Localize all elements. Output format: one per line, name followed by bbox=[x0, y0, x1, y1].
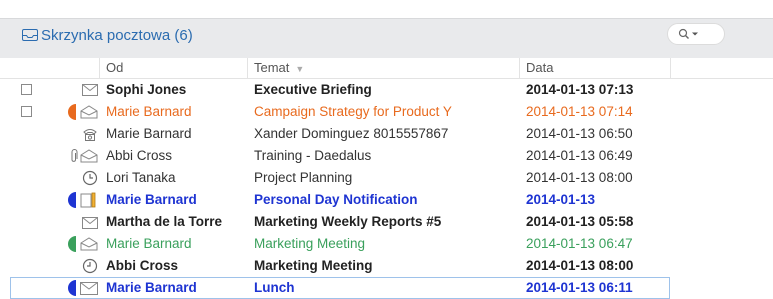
sort-descending-icon[interactable]: ▼ bbox=[295, 64, 304, 74]
message-subject: Project Planning bbox=[254, 170, 353, 185]
column-separator[interactable] bbox=[247, 58, 248, 78]
column-header-subject-label: Temat bbox=[254, 60, 290, 75]
search-button[interactable] bbox=[667, 23, 725, 45]
message-from: Marie Barnard bbox=[106, 126, 192, 141]
message-subject: Personal Day Notification bbox=[254, 192, 418, 207]
message-date: 2014-01-13 07:13 bbox=[526, 82, 634, 97]
message-row[interactable]: Marie Barnard Personal Day Notification … bbox=[0, 189, 773, 211]
row-status-icons bbox=[66, 125, 100, 143]
row-checkbox[interactable] bbox=[21, 84, 32, 95]
folder-toolbar: Skrzynka pocztowa (6) bbox=[0, 0, 773, 58]
message-from: Abbi Cross bbox=[106, 148, 173, 163]
message-subject: Xander Dominguez 8015557867 bbox=[254, 126, 449, 141]
row-status-icons bbox=[66, 257, 100, 275]
message-date: 2014-01-13 05:58 bbox=[526, 214, 634, 229]
envelope-icon bbox=[80, 282, 98, 295]
message-subject: Campaign Strategy for Product Y bbox=[254, 104, 452, 119]
row-status-icons bbox=[66, 103, 100, 121]
message-subject: Training - Daedalus bbox=[254, 148, 372, 163]
message-row[interactable]: Abbi Cross Training - Daedalus 2014-01-1… bbox=[0, 145, 773, 167]
row-status-icons bbox=[66, 279, 100, 297]
message-date: 2014-01-13 06:50 bbox=[526, 126, 633, 141]
column-header-from-label: Od bbox=[106, 60, 124, 75]
category-color-icon bbox=[68, 280, 76, 296]
message-row-focused[interactable]: Marie Barnard Lunch 2014-01-13 06:11 bbox=[10, 277, 670, 299]
row-status-icons bbox=[66, 213, 100, 231]
envelope-icon bbox=[80, 149, 98, 163]
row-checkbox[interactable] bbox=[21, 106, 32, 117]
row-status-icons bbox=[66, 147, 100, 165]
message-subject: Lunch bbox=[254, 280, 295, 295]
message-from: Marie Barnard bbox=[106, 192, 197, 207]
column-header-date-label: Data bbox=[526, 60, 554, 75]
chevron-down-icon bbox=[692, 32, 698, 36]
message-row[interactable]: Lori Tanaka Project Planning 2014-01-13 … bbox=[0, 167, 773, 189]
row-status-icons bbox=[66, 235, 100, 253]
message-date: 2014-01-13 06:47 bbox=[526, 236, 633, 251]
phone-icon bbox=[83, 129, 97, 141]
column-header-date[interactable]: Data bbox=[526, 60, 553, 76]
message-subject: Marketing Meeting bbox=[254, 236, 366, 251]
message-date: 2014-01-13 08:00 bbox=[526, 258, 634, 273]
search-icon bbox=[678, 28, 698, 39]
category-color-icon bbox=[68, 236, 76, 252]
message-date: 2014-01-13 bbox=[526, 192, 596, 207]
toolbar-divider bbox=[0, 18, 773, 19]
category-color-icon bbox=[68, 192, 76, 208]
row-status-icons bbox=[66, 169, 100, 187]
envelope-icon bbox=[80, 105, 98, 119]
message-row[interactable]: Sophi Jones Executive Briefing 2014-01-1… bbox=[0, 79, 773, 101]
column-header-from[interactable]: Od bbox=[106, 60, 123, 76]
message-from: Abbi Cross bbox=[106, 258, 179, 273]
envelope-icon bbox=[80, 237, 98, 251]
message-row[interactable]: Martha de la Torre Marketing Weekly Repo… bbox=[0, 211, 773, 233]
message-from: Marie Barnard bbox=[106, 104, 192, 119]
clock-icon bbox=[82, 170, 98, 186]
message-from: Lori Tanaka bbox=[106, 170, 176, 185]
message-date: 2014-01-13 08:00 bbox=[526, 170, 633, 185]
row-status-icons bbox=[66, 191, 100, 209]
message-subject: Executive Briefing bbox=[254, 82, 372, 97]
message-date: 2014-01-13 06:11 bbox=[526, 280, 633, 295]
message-subject: Marketing Weekly Reports #5 bbox=[254, 214, 442, 229]
message-from: Marie Barnard bbox=[106, 236, 192, 251]
mailbox-icon bbox=[22, 29, 38, 41]
row-status-icons bbox=[66, 81, 100, 99]
message-row[interactable]: Marie Barnard Marketing Meeting 2014-01-… bbox=[0, 233, 773, 255]
column-separator[interactable] bbox=[670, 58, 671, 78]
message-subject: Marketing Meeting bbox=[254, 258, 373, 273]
message-date: 2014-01-13 06:49 bbox=[526, 148, 633, 163]
message-list: Sophi Jones Executive Briefing 2014-01-1… bbox=[0, 79, 773, 299]
message-date: 2014-01-13 07:14 bbox=[526, 104, 633, 119]
task-note-icon bbox=[80, 192, 96, 208]
column-separator[interactable] bbox=[99, 58, 100, 78]
message-row[interactable]: Abbi Cross Marketing Meeting 2014-01-13 … bbox=[0, 255, 773, 277]
message-list-header: Od Temat ▼ Data bbox=[0, 58, 773, 79]
category-color-icon bbox=[68, 104, 76, 120]
column-header-subject[interactable]: Temat ▼ bbox=[254, 60, 304, 76]
folder-title-label: Skrzynka pocztowa (6) bbox=[41, 26, 193, 44]
column-separator[interactable] bbox=[519, 58, 520, 78]
message-from: Sophi Jones bbox=[106, 82, 187, 97]
envelope-icon bbox=[82, 84, 98, 96]
folder-title[interactable]: Skrzynka pocztowa (6) bbox=[22, 24, 193, 46]
clock-icon bbox=[82, 258, 98, 274]
message-row[interactable]: Marie Barnard Xander Dominguez 801555786… bbox=[0, 123, 773, 145]
paperclip-icon bbox=[71, 149, 78, 162]
envelope-icon bbox=[82, 217, 98, 229]
message-row[interactable]: Marie Barnard Campaign Strategy for Prod… bbox=[0, 101, 773, 123]
message-from: Martha de la Torre bbox=[106, 214, 223, 229]
message-from: Marie Barnard bbox=[106, 280, 197, 295]
